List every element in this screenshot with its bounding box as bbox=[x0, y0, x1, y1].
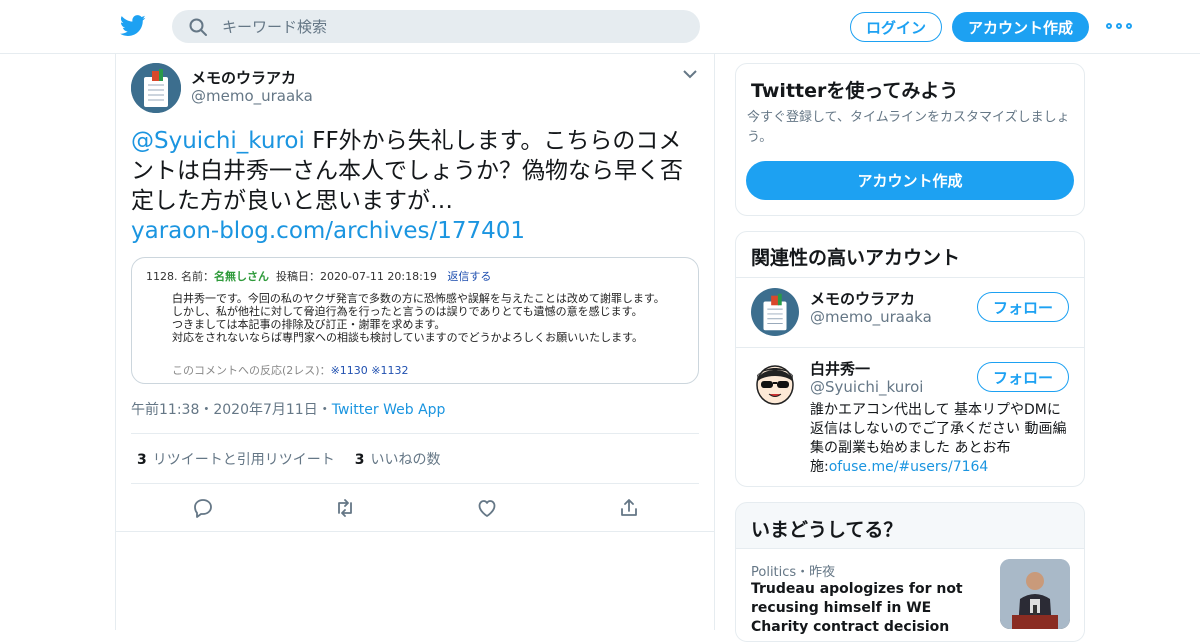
related-accounts-card: 関連性の高いアカウント メモのウラアカ @memo_uraaka フォロー 白井… bbox=[735, 231, 1085, 487]
signup-card-button[interactable]: アカウント作成 bbox=[746, 161, 1074, 200]
top-bar: ログイン アカウント作成 bbox=[0, 0, 1200, 54]
tweet-detail: メモのウラアカ @memo_uraaka @Syuichi_kuroi FF外か… bbox=[115, 54, 715, 630]
related-account-item[interactable]: 白井秀一 @Syuichi_kuroi フォロー 誰かエアコン代出して 基本リプ… bbox=[736, 347, 1084, 486]
account-name[interactable]: メモのウラアカ bbox=[810, 288, 915, 309]
follow-button[interactable]: フォロー bbox=[977, 362, 1069, 392]
card-reaction-links: ※1130 ※1132 bbox=[330, 364, 409, 377]
card-reply-link: 返信する bbox=[447, 270, 492, 283]
signup-card: Twitterを使ってみよう 今すぐ登録して、タイムラインをカスタマイズしましょ… bbox=[735, 63, 1085, 216]
tweet-text: @Syuichi_kuroi FF外から失礼します。こちらのコメントは白井秀一さ… bbox=[131, 126, 703, 246]
avatar[interactable] bbox=[131, 63, 181, 113]
like-heart-icon[interactable] bbox=[475, 496, 499, 520]
tweet-source-link[interactable]: Twitter Web App bbox=[332, 402, 446, 418]
mention-link[interactable]: @Syuichi_kuroi bbox=[131, 128, 305, 154]
link-card-image[interactable]: 1128. 名前：名無しさん 投稿日：2020-07-11 20:18:19 返… bbox=[131, 257, 699, 384]
trend-category: Politics・昨夜 bbox=[751, 565, 836, 580]
trends-card: いまどうしてる？ Politics・昨夜 Trudeau apologizes … bbox=[735, 502, 1085, 642]
sunglasses-face-avatar-icon bbox=[751, 358, 799, 406]
retweets-label: リツイートと引用リツイート bbox=[152, 451, 335, 468]
related-account-item[interactable]: メモのウラアカ @memo_uraaka フォロー bbox=[736, 277, 1084, 347]
memo-avatar-icon bbox=[131, 63, 181, 113]
tweet-url-link[interactable]: yaraon-blog.com/archives/177401 bbox=[131, 218, 525, 244]
search-icon bbox=[189, 18, 207, 36]
card-comment-body: 白井秀一です。今回の私のヤクザ発言で多数の方に恐怖感や誤解を与えたことは改めて謝… bbox=[172, 292, 665, 344]
follow-button[interactable]: フォロー bbox=[977, 292, 1069, 322]
tweet-date[interactable]: 2020年7月11日 bbox=[213, 402, 317, 418]
twitter-logo-icon[interactable] bbox=[120, 14, 146, 38]
card-poster-name: 名無しさん bbox=[214, 270, 269, 283]
search-input[interactable] bbox=[222, 10, 682, 43]
memo-avatar-icon bbox=[751, 288, 799, 336]
signup-card-description: 今すぐ登録して、タイムラインをカスタマイズしましょう。 bbox=[747, 110, 1070, 145]
news-photo-icon bbox=[1000, 559, 1070, 629]
related-accounts-title: 関連性の高いアカウント bbox=[751, 247, 961, 269]
card-post-date: 投稿日：2020-07-11 20:18:19 bbox=[276, 270, 437, 283]
search-box[interactable] bbox=[172, 10, 700, 43]
author-handle[interactable]: @memo_uraaka bbox=[191, 87, 313, 105]
card-footer: このコメントへの反応(2レス)：※1130 ※1132 bbox=[172, 362, 409, 378]
tweet-time[interactable]: 午前11:38 bbox=[131, 402, 199, 418]
tweet-stats: 3 リツイートと引用リツイート 3 いいねの数 bbox=[131, 433, 699, 484]
more-options-icon[interactable] bbox=[1106, 16, 1132, 36]
likes-count: 3 bbox=[354, 451, 365, 468]
reply-icon[interactable] bbox=[191, 496, 215, 520]
account-bio: 誰かエアコン代出して 基本リプやDMに返信はしないのでご了承ください 動画編集の… bbox=[810, 401, 1072, 477]
share-icon[interactable] bbox=[617, 496, 641, 520]
trend-item[interactable]: Politics・昨夜 Trudeau apologizes for not r… bbox=[736, 548, 1084, 641]
login-button[interactable]: ログイン bbox=[850, 12, 942, 42]
account-handle[interactable]: @memo_uraaka bbox=[810, 308, 932, 326]
account-handle[interactable]: @Syuichi_kuroi bbox=[810, 378, 923, 396]
retweets-count: 3 bbox=[137, 451, 147, 468]
card-header: 1128. 名前：名無しさん 投稿日：2020-07-11 20:18:19 返… bbox=[146, 268, 491, 284]
author-name[interactable]: メモのウラアカ bbox=[191, 67, 296, 88]
chevron-down-icon[interactable] bbox=[682, 68, 698, 80]
signup-card-title: Twitterを使ってみよう bbox=[751, 80, 959, 102]
likes-label: いいねの数 bbox=[370, 451, 441, 468]
trends-title: いまどうしてる？ bbox=[751, 519, 903, 541]
likes-stat[interactable]: 3 いいねの数 bbox=[355, 449, 441, 469]
card-reactions-label: このコメントへの反応(2レス)： bbox=[172, 364, 331, 377]
account-bio-link[interactable]: ofuse.me/#users/7164 bbox=[829, 459, 989, 475]
retweet-icon[interactable] bbox=[333, 496, 357, 520]
signup-button[interactable]: アカウント作成 bbox=[952, 12, 1089, 42]
tweet-timestamp: 午前11:38・2020年7月11日・Twitter Web App bbox=[131, 402, 446, 418]
card-comment-number: 1128. 名前： bbox=[146, 270, 214, 283]
avatar[interactable] bbox=[751, 288, 799, 336]
tweet-actions bbox=[116, 484, 714, 532]
account-name[interactable]: 白井秀一 bbox=[810, 358, 870, 379]
trend-headline: Trudeau apologizes for not recusing hims… bbox=[751, 581, 963, 635]
trend-thumbnail bbox=[1000, 559, 1070, 629]
retweets-stat[interactable]: 3 リツイートと引用リツイート bbox=[137, 449, 335, 469]
avatar[interactable] bbox=[751, 358, 799, 406]
